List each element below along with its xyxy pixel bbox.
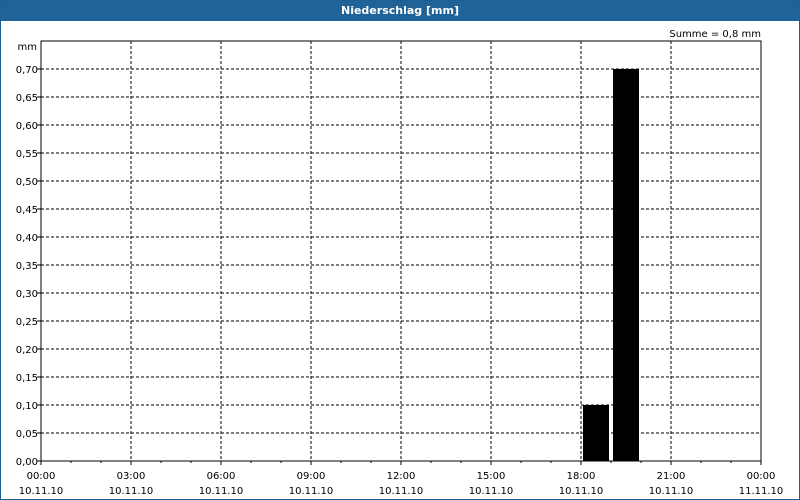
y-tick-label: 0,55	[16, 149, 38, 160]
x-tick-date-label: 10.11.10	[559, 486, 604, 497]
y-tick-label: 0,20	[16, 345, 38, 356]
y-tick-label: 0,40	[16, 233, 38, 244]
x-axis-ticks: 00:00 10.11.10 03:00 10.11.10 06:00 10.11.10 0…	[19, 461, 784, 497]
y-tick-label: 0,30	[16, 289, 38, 300]
y-tick-label: 0,60	[16, 121, 38, 132]
x-tick-time-label: 00:00	[747, 471, 776, 482]
y-tick-label: 0,05	[16, 429, 38, 440]
y-axis-ticks: 0,00 0,05 0,10 0,15 0,20 0,25 0,30 0,35 0,40 0,45…	[16, 65, 41, 468]
x-tick-time-label: 15:00	[477, 471, 506, 482]
y-tick-label: 0,00	[16, 457, 38, 468]
y-tick-label: 0,35	[16, 261, 38, 272]
y-tick-label: 0,50	[16, 177, 38, 188]
precipitation-chart: mm Summe = 0,8 mm 0,000,050,100,150,200,…	[16, 29, 784, 497]
x-tick-time-label: 03:00	[117, 471, 146, 482]
x-tick-date-label: 10.11.10	[19, 486, 64, 497]
x-tick-date-label: 11.11.10	[739, 486, 784, 497]
x-tick-time-label: 18:00	[567, 471, 596, 482]
precipitation-bar	[613, 69, 639, 461]
x-tick-time-label: 21:00	[657, 471, 686, 482]
sum-annotation: Summe = 0,8 mm	[669, 29, 761, 40]
y-tick-label: 0,45	[16, 205, 38, 216]
x-tick-time-label: 12:00	[387, 471, 416, 482]
title-bar: Niederschlag [mm]	[1, 1, 799, 21]
precipitation-bar	[583, 405, 609, 461]
x-tick-time-label: 06:00	[207, 471, 236, 482]
x-tick-date-label: 10.11.10	[379, 486, 424, 497]
y-tick-label: 0,65	[16, 93, 38, 104]
x-tick-time-label: 09:00	[297, 471, 326, 482]
y-axis-unit-label: mm	[18, 42, 37, 53]
x-tick-time-label: 00:00	[27, 471, 56, 482]
x-tick-date-label: 10.11.10	[109, 486, 154, 497]
y-tick-label: 0,25	[16, 317, 38, 328]
x-tick-date-label: 10.11.10	[289, 486, 334, 497]
y-tick-label: 0,10	[16, 401, 38, 412]
x-tick-date-label: 10.11.10	[469, 486, 514, 497]
x-tick-date-label: 10.11.10	[199, 486, 244, 497]
chart-title: Niederschlag [mm]	[341, 4, 459, 17]
y-tick-label: 0,15	[16, 373, 38, 384]
chart-window: Niederschlag [mm] mm Summe = 0,8 mm 0,00…	[0, 0, 800, 500]
grid-lines	[41, 41, 761, 461]
x-tick-date-label: 10.11.10	[649, 486, 694, 497]
y-tick-label: 0,70	[16, 65, 38, 76]
